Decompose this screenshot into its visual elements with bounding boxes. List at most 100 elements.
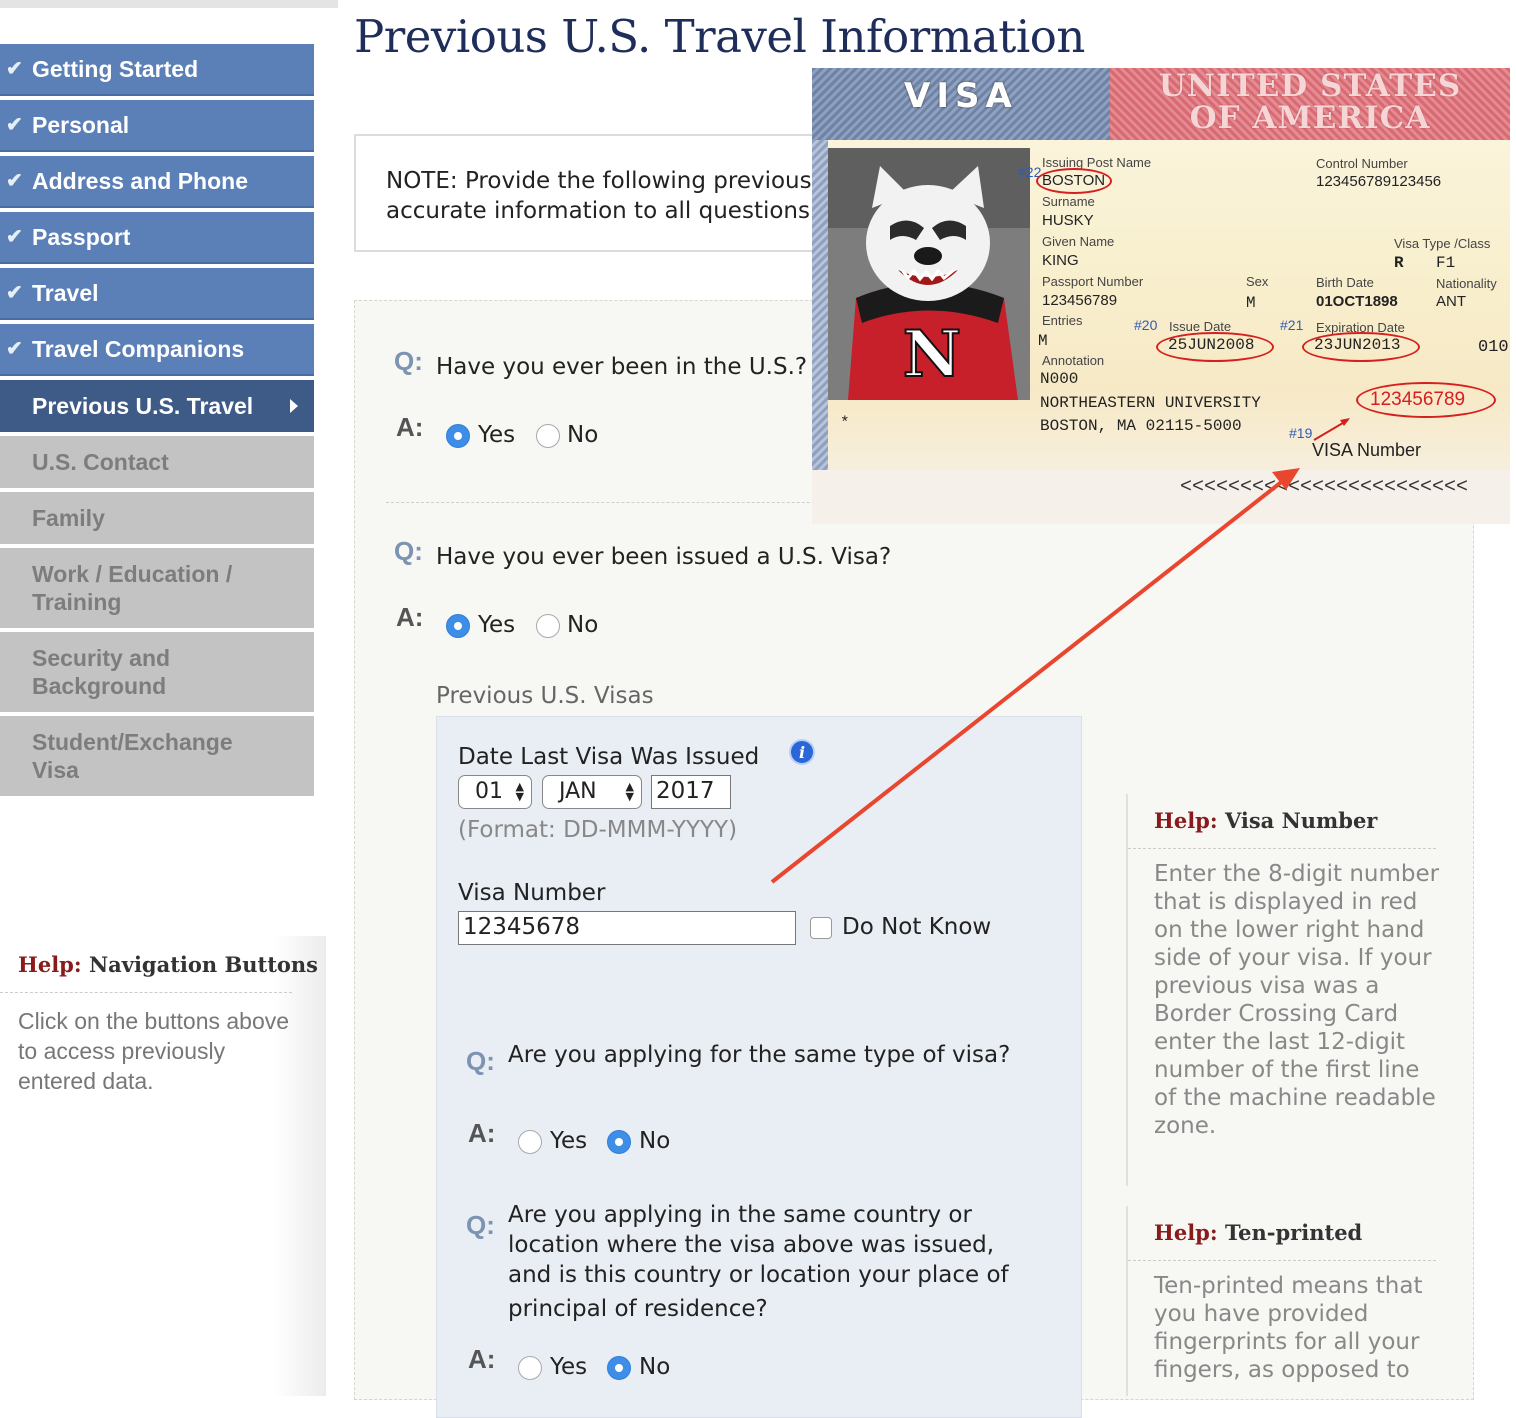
checkmark-icon: ✔ xyxy=(6,58,23,80)
nav-item-address-and-phone[interactable]: ✔ Address and Phone xyxy=(0,156,314,208)
checkmark-icon: ✔ xyxy=(6,282,23,304)
question-marker: Q: xyxy=(394,346,423,376)
nav-item-family[interactable]: Family xyxy=(0,492,314,544)
question-same-type: Are you applying for the same type of vi… xyxy=(508,1042,1011,1068)
radio-label-yes: Yes xyxy=(478,422,516,448)
info-icon[interactable]: i xyxy=(789,739,815,765)
help-text: Click on the buttons above to access pre… xyxy=(18,1008,290,1094)
help-heading: Help: Ten-printed xyxy=(1154,1220,1362,1245)
radio-label-yes: Yes xyxy=(550,1354,588,1380)
nav-item-personal[interactable]: ✔ Personal xyxy=(0,100,314,152)
radio-label-no: No xyxy=(639,1354,671,1380)
date-last-visa-label: Date Last Visa Was Issued xyxy=(458,744,760,770)
nav-item-label: Personal xyxy=(32,112,130,138)
been-in-us-no-radio[interactable] xyxy=(536,424,560,448)
help-prefix: Help: xyxy=(1154,808,1218,833)
issued-year-input[interactable]: 2017 xyxy=(651,775,731,809)
same-country-no-radio[interactable] xyxy=(607,1356,631,1380)
small-red-arrow xyxy=(1313,418,1350,441)
nav-item-security-and-background[interactable]: Security and Background xyxy=(0,632,314,712)
issued-month-value: JAN xyxy=(559,779,597,804)
help-heading: Help: Visa Number xyxy=(1154,808,1377,833)
nav-item-label: Family xyxy=(32,505,105,531)
nav-item-us-contact[interactable]: U.S. Contact xyxy=(0,436,314,488)
checkmark-icon: ✔ xyxy=(6,114,23,136)
previous-visas-heading: Previous U.S. Visas xyxy=(436,683,654,709)
nav-item-label: Getting Started xyxy=(32,56,199,82)
nav-item-label: Address and Phone xyxy=(32,168,248,194)
issued-visa-yes-radio[interactable] xyxy=(446,614,470,638)
nav-item-work-education-training[interactable]: Work / Education / Training xyxy=(0,548,314,628)
question-marker: Q: xyxy=(394,536,423,566)
nav-item-label: Travel xyxy=(32,280,99,306)
question-marker: Q: xyxy=(466,1210,495,1240)
nav-item-travel-companions[interactable]: ✔ Travel Companions xyxy=(0,324,314,376)
nav-item-label: Security and Background xyxy=(32,645,171,699)
question-marker: Q: xyxy=(466,1046,495,1076)
nav-item-student-exchange-visa[interactable]: Student/Exchange Visa xyxy=(0,716,314,796)
note-text: NOTE: Provide the following previous acc… xyxy=(386,166,812,226)
question-been-in-us: Have you ever been in the U.S.? xyxy=(436,354,808,380)
help-heading: Help: Navigation Buttons xyxy=(18,952,318,977)
nav-item-label: Student/Exchange Visa xyxy=(32,729,233,783)
issued-day-select[interactable]: 01 ▲ ▼ xyxy=(458,775,532,809)
checkmark-icon: ✔ xyxy=(6,226,23,248)
section-navigation: ✔ Getting Started ✔ Personal ✔ Address a… xyxy=(0,44,314,800)
answer-marker: A: xyxy=(468,1118,496,1148)
answer-marker: A: xyxy=(468,1344,496,1374)
visa-number-input[interactable]: 12345678 xyxy=(458,911,796,945)
divider xyxy=(0,992,292,993)
question-line: Are you applying in the same country or xyxy=(508,1202,972,1228)
nav-item-label: Travel Companions xyxy=(32,336,245,362)
note-line-1: NOTE: Provide the following previous xyxy=(386,168,812,194)
page-title: Previous U.S. Travel Information xyxy=(354,10,1085,63)
divider xyxy=(1128,848,1436,849)
answer-marker: A: xyxy=(396,602,424,632)
help-text: Ten-printed means that you have provided… xyxy=(1154,1273,1423,1383)
divider xyxy=(1128,1260,1436,1261)
checkmark-icon: ✔ xyxy=(6,170,23,192)
radio-label-yes: Yes xyxy=(478,612,516,638)
help-title: Visa Number xyxy=(1224,808,1378,833)
nav-item-label: Previous U.S. Travel xyxy=(32,393,254,419)
answer-marker: A: xyxy=(396,412,424,442)
nav-item-previous-us-travel[interactable]: Previous U.S. Travel xyxy=(0,380,314,432)
same-country-yes-radio[interactable] xyxy=(518,1356,542,1380)
help-prefix: Help: xyxy=(1154,1220,1218,1245)
help-title: Ten-printed xyxy=(1224,1220,1363,1245)
question-line: principal of residence? xyxy=(508,1296,768,1322)
date-format-hint: (Format: DD-MMM-YYYY) xyxy=(458,817,738,843)
help-visa-number: Help: Visa Number Enter the 8-digit numb… xyxy=(1126,794,1468,1186)
do-not-know-checkbox[interactable] xyxy=(810,917,832,939)
do-not-know-label: Do Not Know xyxy=(842,914,992,940)
been-in-us-yes-radio[interactable] xyxy=(446,424,470,448)
issued-visa-no-radio[interactable] xyxy=(536,614,560,638)
radio-label-yes: Yes xyxy=(550,1128,588,1154)
checkmark-icon: ✔ xyxy=(6,338,23,360)
question-line: and is this country or location your pla… xyxy=(508,1262,1009,1288)
help-ten-printed: Help: Ten-printed Ten-printed means that… xyxy=(1126,1206,1468,1396)
help-text: Enter the 8-digit number that is display… xyxy=(1154,861,1440,1139)
question-issued-visa: Have you ever been issued a U.S. Visa? xyxy=(436,544,892,570)
help-title: Navigation Buttons xyxy=(88,952,318,977)
radio-label-no: No xyxy=(567,612,599,638)
issued-day-value: 01 xyxy=(475,779,503,804)
caret-right-icon xyxy=(290,399,298,413)
sample-visa-image: VISA UNITED STATES OF AMERICA N #22 Issu… xyxy=(812,68,1510,524)
sidebar-top-strip xyxy=(0,0,338,8)
help-navigation-buttons: Help: Navigation Buttons Click on the bu… xyxy=(0,936,326,1396)
nav-item-getting-started[interactable]: ✔ Getting Started xyxy=(0,44,314,96)
nav-item-travel[interactable]: ✔ Travel xyxy=(0,268,314,320)
visa-number-label: Visa Number xyxy=(458,880,606,906)
nav-item-passport[interactable]: ✔ Passport xyxy=(0,212,314,264)
issued-month-select[interactable]: JAN ▲ ▼ xyxy=(542,775,642,809)
same-type-yes-radio[interactable] xyxy=(518,1130,542,1154)
updown-arrows-icon: ▲ ▼ xyxy=(515,780,524,803)
same-type-no-radio[interactable] xyxy=(607,1130,631,1154)
radio-label-no: No xyxy=(567,422,599,448)
question-same-country: Are you applying in the same country or … xyxy=(508,1200,1068,1324)
note-line-2: accurate information to all questions xyxy=(386,198,810,224)
nav-item-label: U.S. Contact xyxy=(32,449,169,475)
updown-arrows-icon: ▲ ▼ xyxy=(625,780,634,803)
help-prefix: Help: xyxy=(18,952,82,977)
